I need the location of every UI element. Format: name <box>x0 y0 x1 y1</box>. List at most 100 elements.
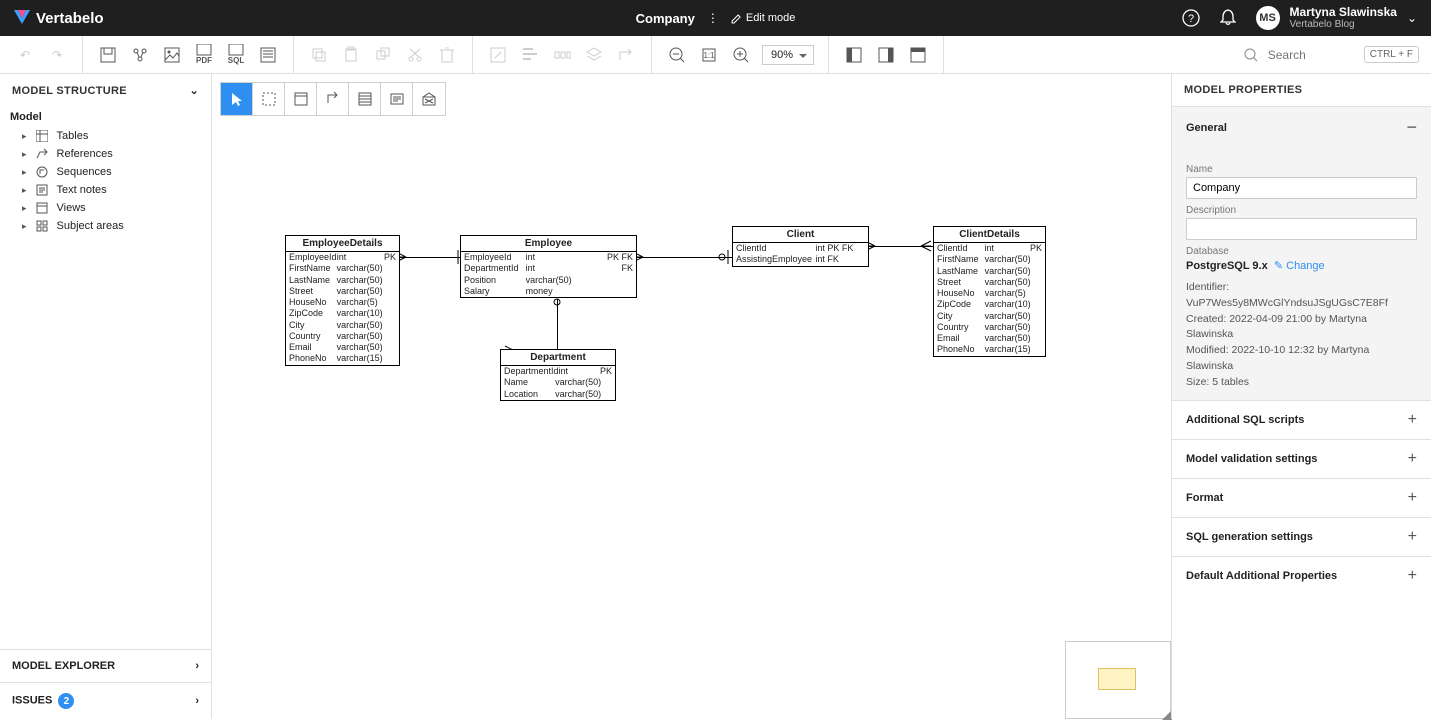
table-row: FirstNamevarchar(50) <box>286 263 399 274</box>
table-row: Streetvarchar(50) <box>934 277 1045 288</box>
table-row: PhoneNovarchar(15) <box>934 344 1045 355</box>
tree-item-sequences[interactable]: ▸Sequences <box>8 163 203 181</box>
brand-logo[interactable]: Vertabelo <box>14 10 104 27</box>
reference-icon <box>35 148 49 160</box>
minimap-viewport[interactable] <box>1098 668 1136 690</box>
search-icon <box>1244 48 1258 62</box>
copy-icon <box>308 44 330 66</box>
xml-export-icon[interactable] <box>257 44 279 66</box>
panel-left-icon[interactable] <box>843 44 865 66</box>
section-format[interactable]: Format+ <box>1172 478 1431 517</box>
pdf-export-icon[interactable]: PDF <box>193 44 215 66</box>
table-employeedetails[interactable]: EmployeeDetailsEmployeeIdintPKFirstNamev… <box>285 235 400 366</box>
model-name-input[interactable] <box>1186 177 1417 199</box>
help-icon[interactable]: ? <box>1182 9 1200 27</box>
section-validation[interactable]: Model validation settings+ <box>1172 439 1431 478</box>
sql-export-icon[interactable]: SQL <box>225 44 247 66</box>
tree-item-subjectareas[interactable]: ▸Subject areas <box>8 217 203 235</box>
select-tool[interactable] <box>221 83 253 115</box>
search-box[interactable]: CTRL + F <box>1232 46 1431 63</box>
new-area-tool[interactable] <box>413 83 445 115</box>
new-note-tool[interactable] <box>381 83 413 115</box>
table-title: EmployeeDetails <box>286 236 399 252</box>
share-icon[interactable] <box>129 44 151 66</box>
expand-icon: + <box>1408 450 1417 468</box>
zoom-in-icon[interactable] <box>730 44 752 66</box>
save-icon[interactable] <box>97 44 119 66</box>
table-title: ClientDetails <box>934 227 1045 243</box>
model-structure-header[interactable]: MODEL STRUCTURE ⌄ <box>0 74 211 107</box>
minimap-toggle-icon[interactable] <box>907 44 929 66</box>
zoom-reset-icon[interactable]: 1:1 <box>698 44 720 66</box>
issues-toggle[interactable]: ISSUES2 › <box>0 682 211 719</box>
section-default-props[interactable]: Default Additional Properties+ <box>1172 556 1431 595</box>
model-explorer-toggle[interactable]: MODEL EXPLORER › <box>0 649 211 682</box>
table-row: AssistingEmployeeint FK <box>733 254 868 265</box>
paste-icon <box>340 44 362 66</box>
table-row: DepartmentIdintFK <box>461 263 636 274</box>
table-client[interactable]: ClientClientIdint PK FKAssistingEmployee… <box>732 226 869 267</box>
marquee-tool[interactable] <box>253 83 285 115</box>
table-row: ClientIdintPK <box>934 243 1045 254</box>
redo-icon[interactable]: ↷ <box>46 44 68 66</box>
note-icon <box>35 184 49 196</box>
chevron-down-icon[interactable]: ⌄ <box>189 84 199 97</box>
right-panel: MODEL PROPERTIES General − Name Descript… <box>1171 74 1431 719</box>
svg-text:?: ? <box>1187 13 1193 25</box>
table-employee[interactable]: EmployeeEmployeeIdintPK FKDepartmentIdin… <box>460 235 637 298</box>
bell-icon[interactable] <box>1220 9 1236 27</box>
zoom-out-icon[interactable] <box>666 44 688 66</box>
duplicate-icon <box>372 44 394 66</box>
sequence-icon <box>35 166 49 178</box>
canvas-toolbar <box>220 82 446 116</box>
subject-icon <box>35 220 49 232</box>
table-row: Countryvarchar(50) <box>934 322 1045 333</box>
diagram-canvas[interactable]: EmployeeDetailsEmployeeIdintPKFirstNamev… <box>212 74 1171 719</box>
tree-item-views[interactable]: ▸Views <box>8 199 203 217</box>
change-database-link[interactable]: Change <box>1286 260 1325 272</box>
table-icon <box>35 130 49 142</box>
tree-root[interactable]: Model <box>8 107 203 127</box>
model-description-input[interactable] <box>1186 218 1417 240</box>
minimap[interactable] <box>1065 641 1171 719</box>
brand-text: Vertabelo <box>36 10 104 27</box>
collapse-icon: − <box>1406 117 1417 138</box>
new-table-tool[interactable] <box>285 83 317 115</box>
chevron-right-icon: › <box>195 660 199 672</box>
undo-icon[interactable]: ↶ <box>14 44 36 66</box>
section-additional-sql[interactable]: Additional SQL scripts+ <box>1172 400 1431 439</box>
tree-item-textnotes[interactable]: ▸Text notes <box>8 181 203 199</box>
table-row: ZipCodevarchar(10) <box>934 299 1045 310</box>
table-row: Streetvarchar(50) <box>286 286 399 297</box>
chevron-down-icon: ⌄ <box>1407 11 1417 25</box>
image-export-icon[interactable] <box>161 44 183 66</box>
table-department[interactable]: DepartmentDepartmentIdintPKNamevarchar(5… <box>500 349 616 401</box>
database-label: Database <box>1186 246 1417 257</box>
general-section-header[interactable]: General − <box>1172 106 1431 148</box>
search-input[interactable] <box>1266 47 1356 63</box>
user-menu[interactable]: MS Martyna Slawinska Vertabelo Blog ⌄ <box>1256 6 1417 30</box>
table-row: Locationvarchar(50) <box>501 389 615 400</box>
table-row: Cityvarchar(50) <box>934 311 1045 322</box>
app-header: Vertabelo Company ⋮ Edit mode ? MS Marty… <box>0 0 1431 36</box>
route-icon <box>615 44 637 66</box>
panel-right-icon[interactable] <box>875 44 897 66</box>
expand-icon: + <box>1408 489 1417 507</box>
section-sql-gen[interactable]: SQL generation settings+ <box>1172 517 1431 556</box>
table-row: DepartmentIdintPK <box>501 366 615 377</box>
identifier-value: VuP7Wes5y8MWcGlYndsuJSgUGsC7E8Ff <box>1186 297 1388 309</box>
zoom-select[interactable]: 90% <box>762 45 814 65</box>
table-clientdetails[interactable]: ClientDetailsClientIdintPKFirstNamevarch… <box>933 226 1046 357</box>
pencil-icon: ✎ <box>1274 260 1283 272</box>
tree-item-tables[interactable]: ▸Tables <box>8 127 203 145</box>
tree-item-references[interactable]: ▸References <box>8 145 203 163</box>
resize-icon <box>487 44 509 66</box>
edit-mode-toggle[interactable]: Edit mode <box>731 12 796 24</box>
database-value: PostgreSQL 9.x <box>1186 260 1268 272</box>
new-view-tool[interactable] <box>349 83 381 115</box>
model-properties-header: MODEL PROPERTIES <box>1172 74 1431 106</box>
view-icon <box>35 202 49 214</box>
table-row: Countryvarchar(50) <box>286 331 399 342</box>
kebab-icon[interactable]: ⋮ <box>707 11 719 25</box>
new-reference-tool[interactable] <box>317 83 349 115</box>
